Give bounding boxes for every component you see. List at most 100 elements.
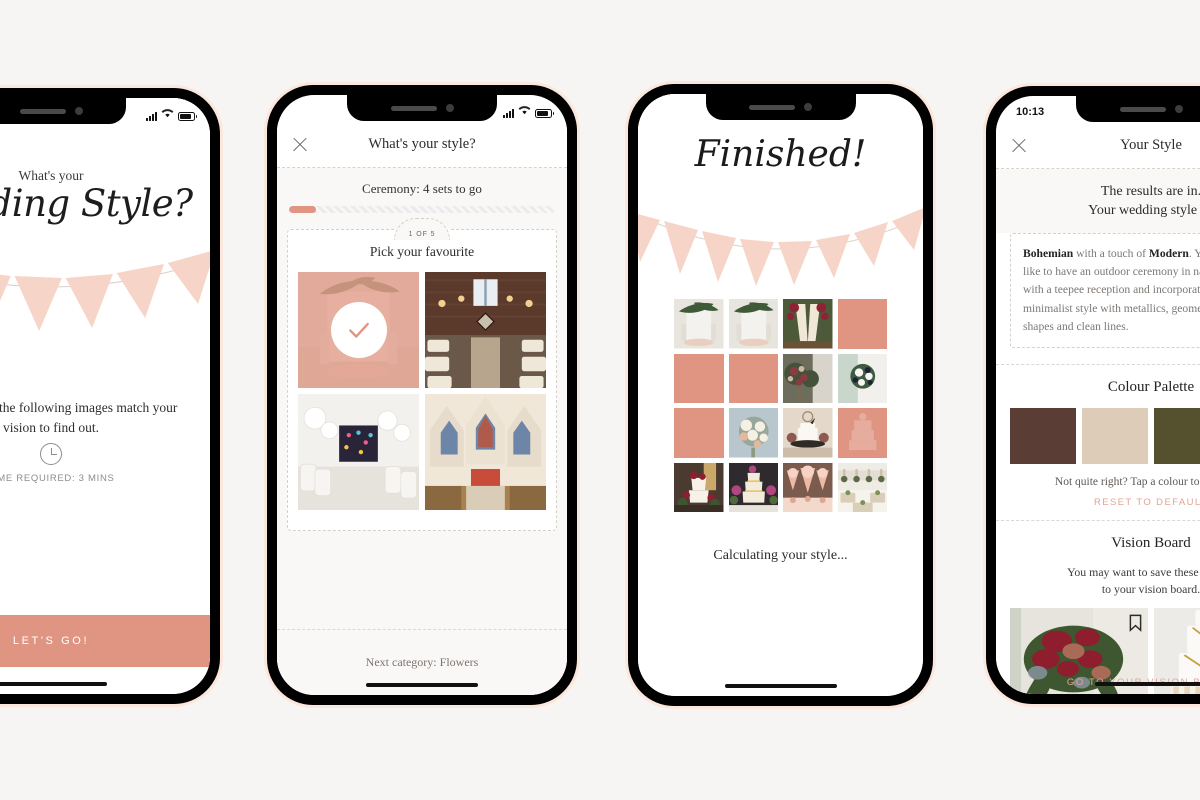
- phone-intro: What's your Wedding Style? Tap which of …: [0, 88, 220, 704]
- results-body: The results are in. Your wedding style i…: [996, 169, 1200, 694]
- phone-finished: Finished! Calculating your style...: [628, 84, 933, 706]
- thumb-placeholder-4: [674, 408, 724, 458]
- close-icon[interactable]: [1010, 137, 1028, 155]
- palette-hint: Not quite right? Tap a colour to change …: [1054, 476, 1200, 489]
- choice-tile-white-balloons[interactable]: [298, 394, 419, 511]
- selected-overlay: [298, 272, 419, 389]
- progress-bar: [289, 206, 555, 213]
- style-tail: . You'd: [1188, 246, 1200, 260]
- thumb-green-arch-1: [674, 299, 724, 349]
- result-thumbnail-grid: [674, 299, 887, 512]
- style-description-line-3: minimalist style with metallics, geometr…: [1023, 301, 1200, 315]
- results-header-title: Your Style: [1120, 137, 1182, 153]
- set-counter-badge: 1 OF 5: [394, 218, 450, 240]
- status-time: 10:13: [1016, 106, 1045, 118]
- home-indicator[interactable]: [0, 682, 107, 686]
- vision-board-subtitle-line2: to your vision board.: [1101, 581, 1200, 596]
- colour-swatch-2[interactable]: [1082, 408, 1148, 465]
- results-header: Your Style: [996, 123, 1200, 169]
- wifi-icon: [161, 108, 174, 121]
- home-indicator[interactable]: [724, 684, 837, 688]
- battery-icon: [178, 111, 197, 121]
- signal-bars-icon: [146, 111, 157, 121]
- speaker-grille: [390, 105, 437, 111]
- thumb-red-rose-cake: [674, 462, 724, 512]
- clock-icon: [40, 443, 62, 465]
- quiz-header-title: What's your style?: [368, 136, 476, 152]
- thumb-placeholder-3: [728, 353, 778, 403]
- style-description-line-2: with a teepee reception and incorporate …: [1023, 283, 1200, 297]
- intro-hero: What's your Wedding Style?: [0, 98, 210, 366]
- intro-screen: What's your Wedding Style? Tap which of …: [0, 98, 210, 694]
- colour-swatch-1[interactable]: [1010, 408, 1076, 465]
- home-indicator[interactable]: [1095, 682, 1200, 686]
- reset-to-default-button[interactable]: RESET TO DEFAULT: [996, 497, 1200, 508]
- thumb-tinted-cake: [837, 408, 887, 458]
- lets-go-button[interactable]: LET'S GO!: [0, 615, 210, 667]
- front-camera: [445, 104, 454, 112]
- results-intro-line2: Your wedding style is:: [1088, 202, 1200, 218]
- notch: [347, 95, 497, 121]
- choice-tile-church[interactable]: [425, 394, 546, 511]
- style-description-card: Bohemian with a touch of Modern. You'd l…: [1010, 232, 1200, 349]
- style-secondary: Modern: [1148, 246, 1189, 260]
- category-status: Ceremony: 4 sets to go: [362, 181, 482, 196]
- progress-bar-fill: [289, 206, 316, 213]
- front-camera: [804, 103, 812, 111]
- results-intro-line1: The results are in.: [1100, 184, 1200, 199]
- style-description-line-0: Bohemian with a touch of Modern. You'd: [1023, 245, 1200, 263]
- intro-subtitle: Tap which of the following images match …: [0, 400, 178, 435]
- check-icon: [330, 302, 387, 359]
- finished-script-title: Finished!: [694, 134, 867, 175]
- speaker-grille: [749, 104, 795, 110]
- phone-quiz: What's your style? Ceremony: 4 sets to g…: [267, 85, 577, 705]
- colour-swatches: [996, 408, 1200, 465]
- question-set: 1 OF 5 Pick your favourite: [287, 218, 557, 532]
- home-indicator[interactable]: [366, 683, 478, 687]
- bunting-decoration: [638, 94, 923, 286]
- image-choice-grid: [298, 272, 546, 511]
- notch: [705, 94, 856, 120]
- bookmark-icon[interactable]: [1129, 614, 1142, 633]
- front-camera: [74, 107, 83, 115]
- vision-board-title: Vision Board: [1111, 535, 1191, 552]
- quiz-body: Ceremony: 4 sets to go 1 OF 5 Pick your …: [277, 168, 567, 695]
- close-icon[interactable]: [291, 136, 309, 154]
- thumb-reception-hall: [837, 462, 887, 512]
- clock-icon-wrap: [0, 443, 210, 470]
- notch: [0, 98, 126, 124]
- thumb-placeholder-2: [674, 353, 724, 403]
- intro-content: What's your Wedding Style? Tap which of …: [0, 98, 210, 694]
- choice-tile-barn-reception[interactable]: [425, 272, 546, 389]
- thumb-draped-arch: [783, 299, 833, 349]
- battery-icon: [535, 108, 554, 118]
- vision-board-subtitle: You may want to save these images to you…: [996, 564, 1200, 597]
- notch: [1076, 96, 1200, 122]
- thumb-bride-bouquet: [837, 353, 887, 403]
- finished-screen: Finished! Calculating your style...: [638, 94, 923, 696]
- colour-palette-title: Colour Palette: [1107, 379, 1195, 396]
- thumb-cake-table: [783, 408, 833, 458]
- speaker-grille: [19, 108, 66, 114]
- style-primary: Bohemian: [1023, 246, 1074, 260]
- finished-content: Finished! Calculating your style...: [638, 94, 923, 696]
- thumb-pastel-bouquet: [728, 408, 778, 458]
- speaker-grille: [1119, 106, 1166, 112]
- style-description-line-4: shapes and clean lines.: [1023, 320, 1129, 334]
- vision-board-subtitle-line1: You may want to save these images: [1067, 565, 1200, 580]
- time-required-label: TIME REQUIRED: 3 MINS: [0, 473, 115, 484]
- set-card: Pick your favourite: [287, 229, 557, 532]
- colour-palette-section: Colour Palette Not quite right? Tap a co…: [996, 364, 1200, 520]
- thumb-dark-bouquet: [783, 353, 833, 403]
- choice-tile-floral-arch[interactable]: [298, 272, 419, 389]
- wifi-icon: [518, 105, 531, 118]
- pick-prompt: Pick your favourite: [369, 244, 475, 259]
- signal-bars-icon: [503, 108, 514, 118]
- results-intro: The results are in. Your wedding style i…: [996, 169, 1200, 233]
- colour-swatch-3[interactable]: [1154, 408, 1200, 465]
- front-camera: [1174, 105, 1183, 113]
- thumb-green-arch-2: [728, 299, 778, 349]
- finished-hero: Finished!: [638, 94, 923, 299]
- bunting-decoration: [0, 98, 210, 366]
- results-screen: 10:13 Your Style The results are in. You…: [996, 96, 1200, 694]
